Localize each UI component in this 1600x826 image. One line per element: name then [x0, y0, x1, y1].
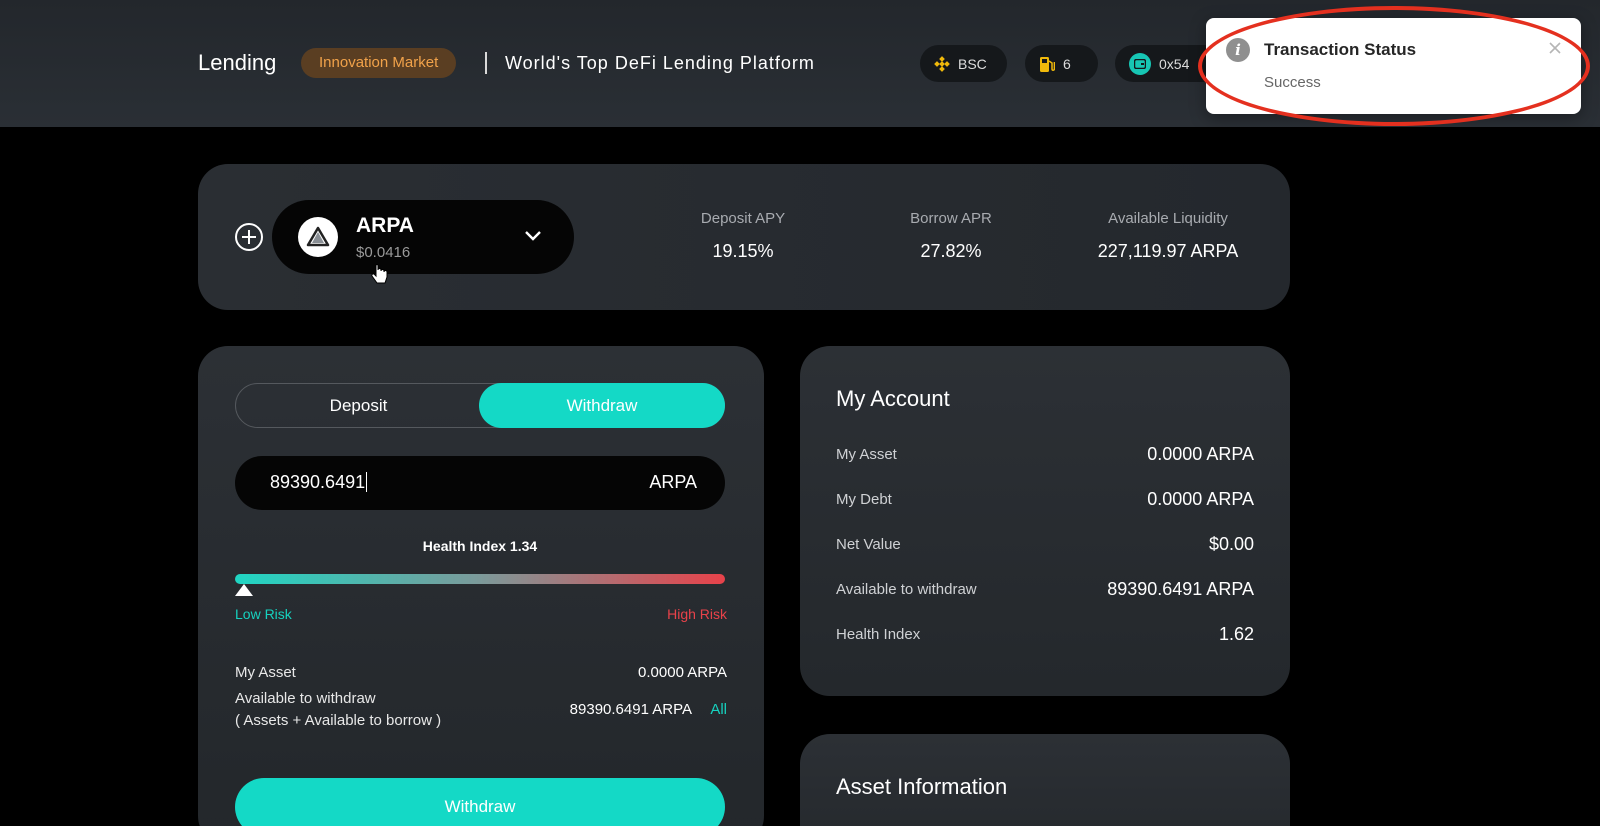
asset-summary-bar: ARPA $0.0416 Deposit APY 19.15% Borrow A… — [198, 164, 1290, 310]
stat-value: 27.82% — [920, 241, 982, 261]
asset-information-panel: Asset Information — [800, 734, 1290, 826]
amount-unit: ARPA — [649, 472, 697, 492]
info-icon: i — [1226, 38, 1250, 62]
account-row-value: 0.0000 ARPA — [1147, 489, 1254, 509]
amount-input[interactable]: 89390.6491 ARPA — [235, 456, 725, 510]
innovation-market-badge[interactable]: Innovation Market — [301, 48, 457, 78]
account-row: My Asset 0.0000 ARPA — [836, 444, 1254, 470]
network-selector[interactable]: BSC — [920, 45, 1007, 82]
arpa-token-icon — [298, 217, 338, 257]
gas-pump-icon — [1040, 56, 1055, 72]
add-token-icon[interactable] — [234, 222, 264, 252]
deposit-withdraw-panel: Deposit Withdraw 89390.6491 ARPA Health … — [198, 346, 764, 826]
account-row: My Debt 0.0000 ARPA — [836, 489, 1254, 515]
available-liquidity-stat: Available Liquidity 227,119.97 ARPA — [1088, 210, 1248, 262]
withdraw-button[interactable]: Withdraw — [235, 778, 725, 826]
header-divider — [485, 52, 487, 74]
close-icon[interactable] — [1547, 40, 1563, 56]
max-all-link[interactable]: All — [710, 701, 727, 718]
tab-deposit[interactable]: Deposit — [236, 384, 481, 427]
available-to-withdraw-value: 89390.6491 ARPA — [569, 701, 692, 718]
toast-title: Transaction Status — [1264, 40, 1417, 59]
amount-value: 89390.6491 — [270, 472, 366, 492]
account-row-label: Available to withdraw — [836, 581, 977, 598]
action-tabs: Deposit Withdraw — [235, 383, 725, 428]
account-row-label: Net Value — [836, 536, 901, 553]
borrow-apr-stat: Borrow APR 27.82% — [886, 210, 1016, 262]
text-caret — [366, 472, 368, 492]
asset-symbol: ARPA — [356, 214, 414, 237]
stat-value: 19.15% — [712, 241, 774, 261]
stat-label: Borrow APR — [910, 210, 992, 227]
health-index-label: Health Index 1.34 — [422, 538, 538, 554]
account-row: Net Value $0.00 — [836, 534, 1254, 560]
asset-selector[interactable]: ARPA $0.0416 — [272, 200, 574, 274]
account-row-value: $0.00 — [1208, 534, 1254, 554]
account-row: Health Index 1.62 — [836, 624, 1254, 650]
available-to-withdraw-note: ( Assets + Available to borrow ) — [235, 712, 442, 729]
tab-withdraw[interactable]: Withdraw — [479, 383, 725, 428]
account-row-value: 1.62 — [1218, 624, 1254, 644]
chevron-down-icon — [525, 231, 541, 241]
gas-price-value: 6 — [1063, 55, 1071, 72]
account-row-value: 0.0000 ARPA — [1147, 444, 1254, 464]
stat-label: Available Liquidity — [1108, 210, 1228, 227]
wallet-address: 0x54 — [1159, 55, 1190, 72]
deposit-apy-stat: Deposit APY 19.15% — [678, 210, 808, 262]
toast-message: Success — [1264, 74, 1321, 91]
health-risk-gauge — [235, 574, 725, 584]
low-risk-label: Low Risk — [235, 606, 292, 622]
wallet-icon — [1129, 52, 1151, 75]
panel-title: My Account — [836, 386, 950, 411]
pointer-cursor-icon — [371, 264, 388, 284]
my-account-panel: My Account My Asset 0.0000 ARPA My Debt … — [800, 346, 1290, 696]
high-risk-label: High Risk — [667, 606, 727, 622]
stat-label: Deposit APY — [700, 210, 786, 227]
my-asset-label: My Asset — [235, 664, 296, 681]
transaction-status-toast: i Transaction Status Success — [1206, 18, 1581, 114]
asset-price: $0.0416 — [356, 244, 411, 261]
bsc-icon — [934, 55, 950, 72]
account-row-label: My Debt — [836, 491, 892, 508]
stat-value: 227,119.97 ARPA — [1097, 241, 1239, 261]
account-row-label: Health Index — [836, 626, 921, 643]
header-tagline: World's Top DeFi Lending Platform — [505, 53, 815, 73]
account-row-value: 89390.6491 ARPA — [1107, 579, 1254, 599]
my-asset-value: 0.0000 ARPA — [638, 664, 727, 681]
gas-price-indicator[interactable]: 6 — [1025, 45, 1098, 82]
health-index-marker — [235, 584, 253, 596]
amount-value-wrap: 89390.6491 — [270, 472, 368, 493]
panel-title: Asset Information — [836, 774, 1008, 799]
account-row-label: My Asset — [836, 446, 897, 463]
app-title: Lending — [198, 50, 277, 75]
network-label: BSC — [958, 55, 987, 72]
account-row: Available to withdraw 89390.6491 ARPA — [836, 579, 1254, 605]
available-to-withdraw-label: Available to withdraw — [235, 690, 376, 707]
